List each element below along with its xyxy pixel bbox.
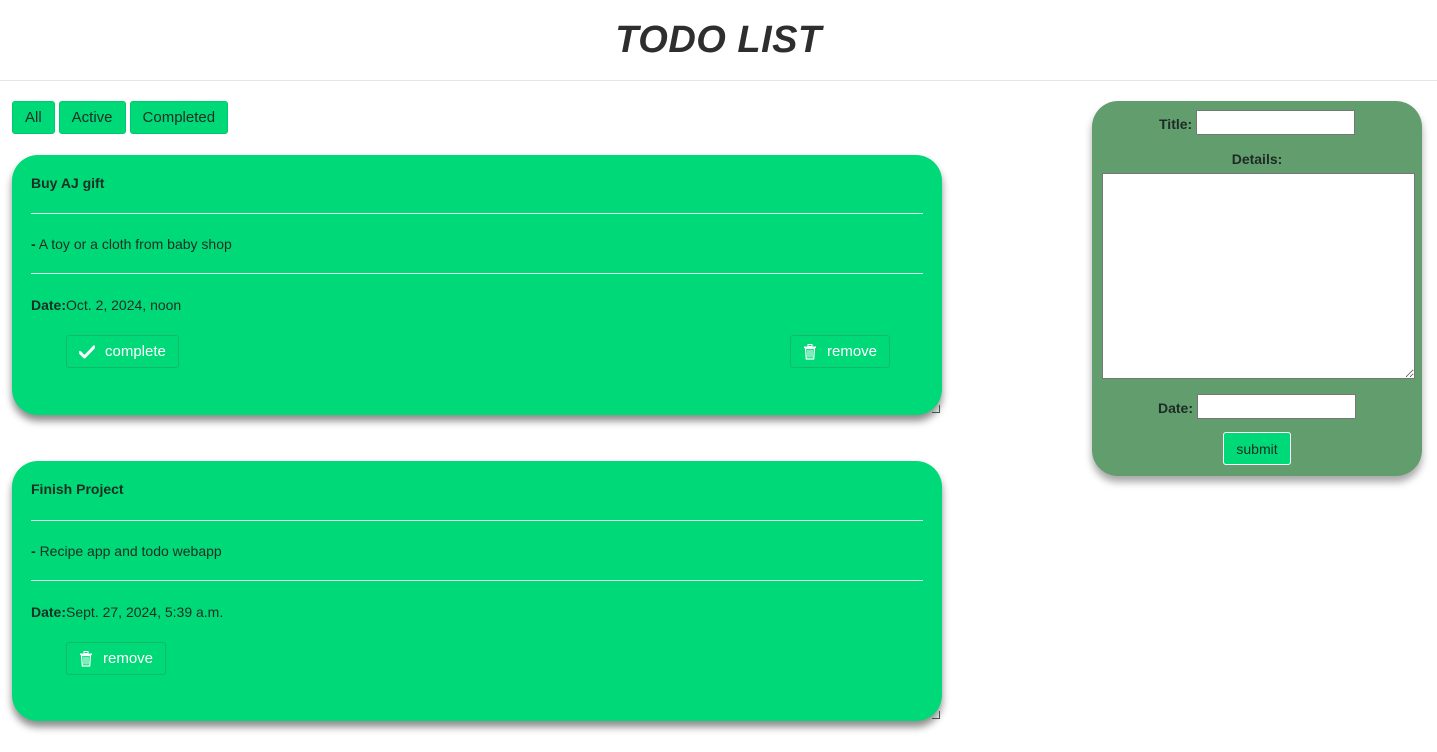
date-value: Sept. 27, 2024, 5:39 a.m. [66,604,224,620]
complete-button[interactable]: complete [66,335,179,368]
page-title: TODO LIST [615,18,822,61]
divider [31,520,923,521]
details-textarea[interactable] [1102,173,1415,379]
filter-active-button[interactable]: Active [58,101,126,134]
date-value: Oct. 2, 2024, noon [66,297,182,313]
divider [31,580,923,581]
todo-date: Date:Sept. 27, 2024, 5:39 a.m. [31,604,223,620]
title-label: Title: [1159,116,1193,132]
title-input[interactable] [1196,110,1355,135]
details-bullet: - [31,543,36,559]
resize-handle[interactable] [932,711,940,719]
resize-handle[interactable] [932,405,940,413]
filter-completed-button[interactable]: Completed [129,101,229,134]
date-label: Date: [31,604,67,620]
details-label: Details: [1231,151,1283,167]
todo-details: - A toy or a cloth from baby shop [31,236,232,252]
divider [31,273,923,274]
todo-details: - Recipe app and todo webapp [31,543,222,559]
todo-date: Date:Oct. 2, 2024, noon [31,297,181,313]
date-label: Date: [31,297,67,313]
trash-icon [79,650,93,667]
date-input[interactable] [1197,394,1356,419]
details-bullet: - [31,236,36,252]
todo-details-text: Recipe app and todo webapp [39,543,222,559]
submit-button[interactable]: submit [1223,432,1291,465]
divider [31,213,923,214]
remove-label: remove [103,650,154,667]
todo-card: Finish Project - Recipe app and todo web… [12,461,942,721]
remove-label: remove [827,343,878,360]
todo-card: Buy AJ gift - A toy or a cloth from baby… [12,155,942,415]
filter-bar: All Active Completed [12,101,229,134]
complete-label: complete [105,343,166,360]
todo-title: Finish Project [31,481,124,497]
check-icon [79,345,95,359]
filter-all-button[interactable]: All [12,101,55,134]
add-todo-form: Title: Details: Date: submit [1092,101,1422,476]
trash-icon [803,343,817,360]
remove-button[interactable]: remove [790,335,891,368]
todo-title: Buy AJ gift [31,175,105,191]
todo-details-text: A toy or a cloth from baby shop [38,236,232,252]
app-header: TODO LIST [0,0,1437,81]
remove-button[interactable]: remove [66,642,167,675]
date-label: Date: [1158,400,1194,416]
